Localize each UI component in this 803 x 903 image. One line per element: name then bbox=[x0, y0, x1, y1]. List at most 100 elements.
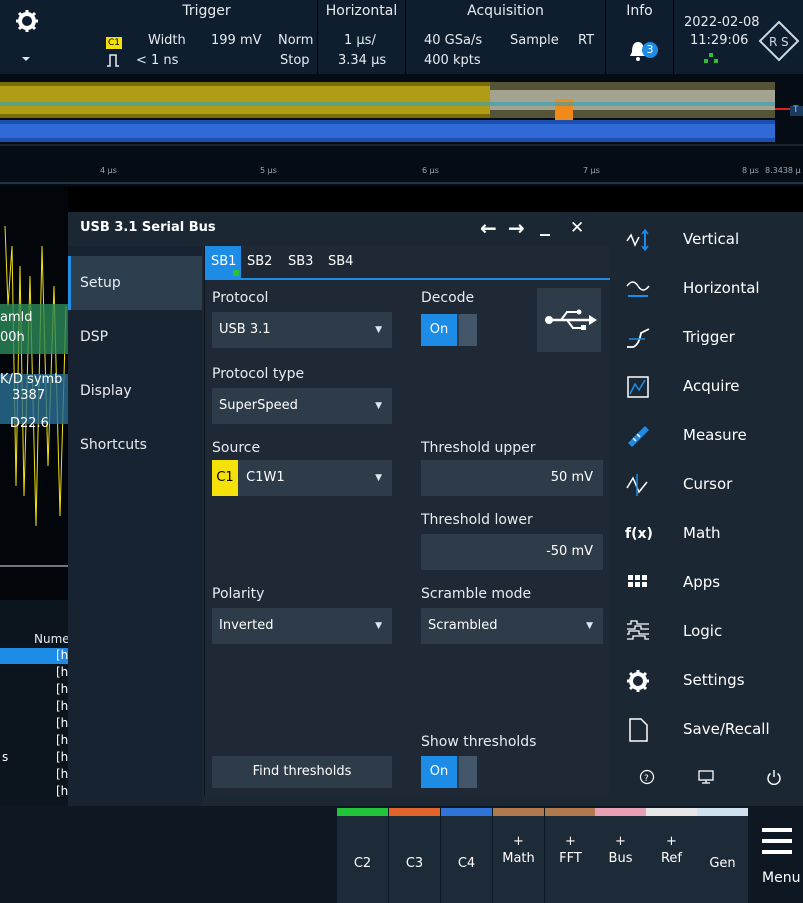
softkey-fft[interactable]: + FFT bbox=[545, 808, 596, 903]
usb-serial-bus-dialog[interactable]: USB 3.1 Serial Bus ← → _ ✕ Setup DSP Dis… bbox=[68, 212, 611, 806]
source-dropdown[interactable]: C1 C1W1 ▼ bbox=[212, 460, 392, 496]
menu-item-measure[interactable]: Measure bbox=[611, 411, 803, 460]
softkey-gen[interactable]: Gen bbox=[697, 808, 748, 903]
toggle-state: On bbox=[421, 756, 457, 788]
chevron-down-icon: ▼ bbox=[375, 401, 382, 411]
time-tick: 6 µs bbox=[422, 166, 439, 175]
menu-item-save-recall[interactable]: Save/Recall bbox=[611, 705, 803, 754]
trigger-section[interactable]: Trigger C1 Width 199 mV Norm < 1 ns Stop bbox=[96, 0, 318, 74]
chevron-down-icon[interactable] bbox=[20, 52, 32, 61]
softkey-c2[interactable]: C2 bbox=[337, 808, 388, 903]
menu-label: Vertical bbox=[683, 230, 740, 248]
tab-sb1[interactable]: SB1 bbox=[205, 246, 241, 278]
menu-item-horizontal[interactable]: Horizontal bbox=[611, 264, 803, 313]
protocol-type-dropdown[interactable]: SuperSpeed ▼ bbox=[212, 388, 392, 424]
record-length: 400 kpts bbox=[424, 53, 481, 68]
channel-color-bar bbox=[493, 808, 544, 816]
softkey-bus[interactable]: + Bus bbox=[595, 808, 646, 903]
monitor-icon[interactable] bbox=[697, 769, 715, 789]
decode-value: 00h bbox=[0, 330, 25, 345]
menu-label: Trigger bbox=[683, 328, 735, 346]
decode-waveform[interactable]: amld 00h K/D symb 3387 D22.6 bbox=[0, 186, 68, 626]
dialog-nav: Setup DSP Display Shortcuts bbox=[68, 246, 202, 806]
minimize-icon[interactable]: _ bbox=[540, 212, 550, 236]
source-value: C1W1 bbox=[246, 470, 285, 485]
help-icon[interactable]: ? bbox=[639, 769, 655, 789]
table-header: Nume bbox=[34, 632, 70, 646]
menu-item-apps[interactable]: Apps bbox=[611, 558, 803, 607]
threshold-upper-field[interactable]: 50 mV bbox=[421, 460, 603, 496]
math-icon: f(x) bbox=[625, 526, 653, 542]
protocol-dropdown[interactable]: USB 3.1 ▼ bbox=[212, 312, 392, 348]
acquisition-section[interactable]: Acquisition 40 GSa/s Sample RT 400 kpts bbox=[406, 0, 606, 74]
softkey-c4[interactable]: C4 bbox=[441, 808, 492, 903]
softkey-label: C4 bbox=[457, 856, 476, 871]
table-cell: [h bbox=[56, 682, 69, 696]
trigger-mode: Norm bbox=[278, 33, 314, 48]
menu-label: Apps bbox=[683, 573, 721, 591]
scramble-mode-dropdown[interactable]: Scrambled ▼ bbox=[421, 608, 603, 644]
threshold-lower-field[interactable]: -50 mV bbox=[421, 534, 603, 570]
menu-label: Cursor bbox=[683, 475, 733, 493]
find-thresholds-button[interactable]: Find thresholds bbox=[212, 756, 392, 788]
back-arrow-icon[interactable]: ← bbox=[480, 216, 497, 240]
measure-icon bbox=[625, 423, 651, 449]
dialog-title-bar[interactable]: USB 3.1 Serial Bus ← → _ ✕ bbox=[68, 212, 611, 246]
decode-table[interactable]: Nume [h [h [h [h [h [h [h [h [h s bbox=[0, 600, 70, 806]
table-cell: [h bbox=[56, 750, 69, 764]
show-thresholds-toggle[interactable]: On bbox=[421, 756, 477, 788]
menu-label: Horizontal bbox=[683, 279, 760, 297]
protocol-value: USB 3.1 bbox=[219, 322, 271, 337]
horizontal-title: Horizontal bbox=[325, 3, 398, 19]
decode-label: Decode bbox=[421, 290, 475, 306]
info-count-badge: 3 bbox=[642, 42, 658, 58]
cursor-icon bbox=[625, 472, 651, 498]
document-icon bbox=[625, 717, 651, 743]
tab-sb2[interactable]: SB2 bbox=[247, 254, 272, 269]
menu-item-cursor[interactable]: Cursor bbox=[611, 460, 803, 509]
nav-setup[interactable]: Setup bbox=[68, 256, 202, 310]
nav-display[interactable]: Display bbox=[68, 364, 202, 418]
active-indicator-icon bbox=[233, 270, 239, 276]
decode-toggle[interactable]: On bbox=[421, 314, 477, 346]
close-icon[interactable]: ✕ bbox=[570, 218, 584, 238]
toggle-state: On bbox=[421, 314, 457, 346]
menu-item-vertical[interactable]: Vertical bbox=[611, 215, 803, 264]
waveform-trace bbox=[0, 82, 803, 184]
acquire-icon bbox=[625, 374, 651, 400]
softkey-ref[interactable]: + Ref bbox=[646, 808, 697, 903]
nav-dsp[interactable]: DSP bbox=[68, 310, 202, 364]
table-cell: [h bbox=[56, 733, 69, 747]
softkey-math[interactable]: + Math bbox=[493, 808, 544, 903]
menu-item-settings[interactable]: Settings bbox=[611, 656, 803, 705]
trigger-state: Stop bbox=[280, 53, 310, 68]
decode-value: D22.6 bbox=[10, 416, 49, 431]
channel-color-bar bbox=[545, 808, 596, 816]
menu-item-math[interactable]: f(x) Math bbox=[611, 509, 803, 558]
acquisition-mode: Sample bbox=[510, 33, 559, 48]
info-section[interactable]: Info 3 bbox=[606, 0, 674, 74]
protocol-type-value: SuperSpeed bbox=[219, 398, 298, 413]
threshold-lower-label: Threshold lower bbox=[421, 512, 533, 528]
tab-sb4[interactable]: SB4 bbox=[328, 254, 353, 269]
logic-icon bbox=[625, 619, 651, 645]
horizontal-section[interactable]: Horizontal 1 µs/ 3.34 µs bbox=[318, 0, 406, 74]
menu-item-acquire[interactable]: Acquire bbox=[611, 362, 803, 411]
table-cell: [h bbox=[56, 767, 69, 781]
svg-text:?: ? bbox=[644, 774, 649, 784]
forward-arrow-icon[interactable]: → bbox=[508, 216, 525, 240]
softkey-c3[interactable]: C3 bbox=[389, 808, 440, 903]
protocol-type-label: Protocol type bbox=[212, 366, 305, 382]
dialog-title: USB 3.1 Serial Bus bbox=[80, 220, 216, 235]
apps-icon bbox=[625, 570, 651, 596]
menu-item-trigger[interactable]: Trigger bbox=[611, 313, 803, 362]
protocol-label: Protocol bbox=[212, 290, 269, 306]
power-icon[interactable] bbox=[766, 769, 782, 789]
nav-shortcuts[interactable]: Shortcuts bbox=[68, 418, 202, 472]
gear-icon[interactable] bbox=[14, 8, 40, 34]
polarity-dropdown[interactable]: Inverted ▼ bbox=[212, 608, 392, 644]
tab-sb3[interactable]: SB3 bbox=[288, 254, 313, 269]
menu-button[interactable]: Menu bbox=[752, 808, 803, 903]
waveform-overview[interactable]: T 4 µs 5 µs 6 µs 7 µs 8 µs 8.3438 µ bbox=[0, 74, 803, 186]
menu-item-logic[interactable]: Logic bbox=[611, 607, 803, 656]
